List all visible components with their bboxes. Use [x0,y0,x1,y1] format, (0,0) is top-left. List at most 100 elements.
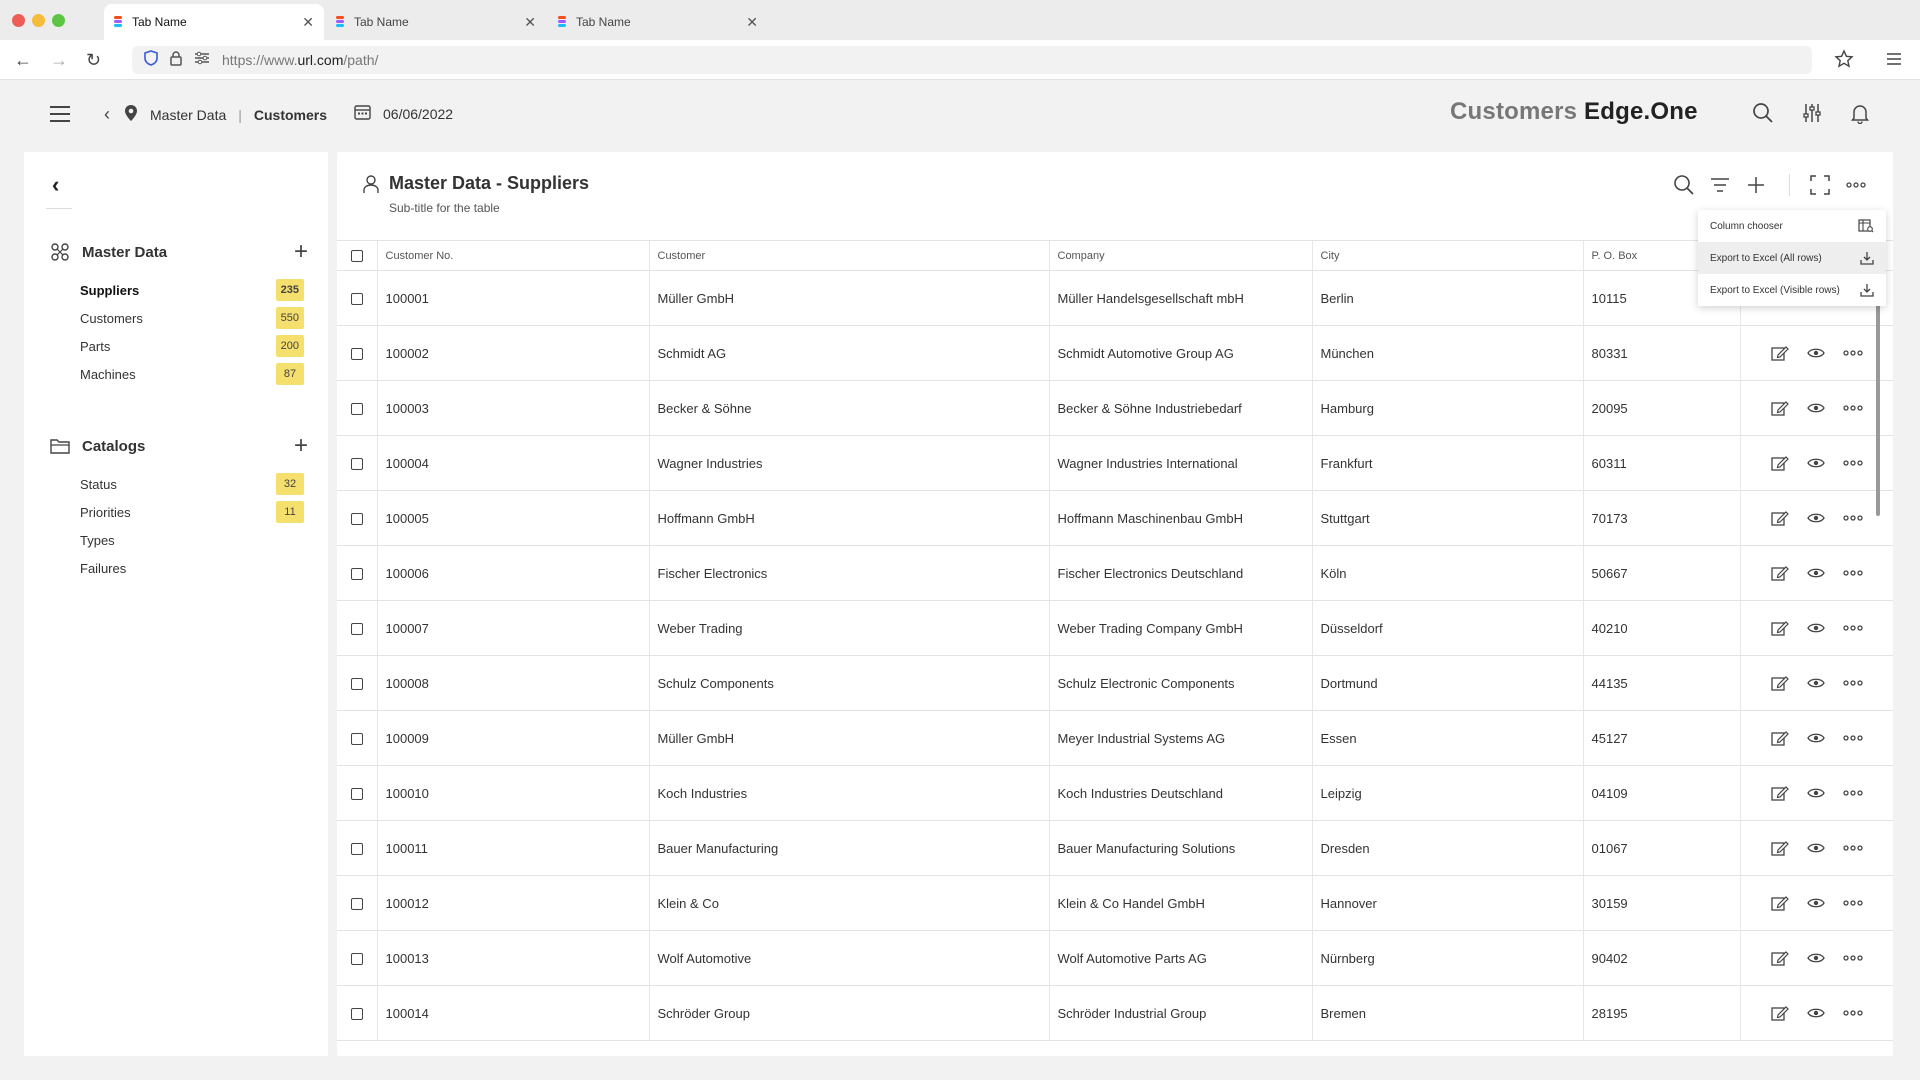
row-checkbox[interactable] [337,985,378,1041]
view-eye-icon[interactable] [1806,567,1825,579]
bookmark-star-icon[interactable] [1834,49,1854,74]
address-bar[interactable]: https://www.url.com/path/ [132,46,1812,74]
view-eye-icon[interactable] [1806,622,1825,634]
edit-icon[interactable] [1771,840,1789,856]
column-header[interactable]: Customer No. [377,240,650,271]
back-icon[interactable]: ← [14,50,32,71]
table-row[interactable]: 100011 Bauer Manufacturing Bauer Manufactu… [337,820,1893,876]
view-eye-icon[interactable] [1806,457,1825,469]
row-checkbox[interactable] [337,380,378,436]
table-row[interactable]: 100012 Klein & Co Klein & Co Handel GmbH Ha… [337,875,1893,931]
row-checkbox[interactable] [337,545,378,601]
view-eye-icon[interactable] [1806,842,1825,854]
table-scrollbar[interactable] [1876,300,1880,516]
reload-icon[interactable]: ↻ [86,50,101,71]
table-row[interactable]: 100007 Weber Trading Weber Trading Company… [337,600,1893,656]
row-more-icon[interactable] [1843,350,1863,356]
view-eye-icon[interactable] [1806,677,1825,689]
sidebar-item-types[interactable]: Types [80,526,304,554]
table-add-icon[interactable] [1743,172,1769,198]
minimize-window-button[interactable] [32,14,45,27]
sidebar-item-machines[interactable]: Machines 87 [80,360,304,388]
forward-icon[interactable]: → [50,50,68,71]
row-more-icon[interactable] [1843,680,1863,686]
table-row[interactable]: 100006 Fischer Electronics Fischer Electro… [337,545,1893,601]
table-row[interactable]: 100009 Müller GmbH Meyer Industrial System… [337,710,1893,766]
edit-icon[interactable] [1771,345,1789,361]
row-more-icon[interactable] [1843,1010,1863,1016]
edit-icon[interactable] [1771,675,1789,691]
browser-tab-1[interactable]: Tab Name ✕ [104,4,324,40]
fullscreen-icon[interactable] [1807,172,1833,198]
column-header[interactable]: Company [1049,240,1313,271]
sidebar-item-status[interactable]: Status 32 [80,470,304,498]
row-checkbox[interactable] [337,655,378,711]
table-row[interactable]: 100010 Koch Industries Koch Industries Deu… [337,765,1893,821]
row-more-icon[interactable] [1843,900,1863,906]
view-eye-icon[interactable] [1806,732,1825,744]
add-catalog-icon[interactable]: + [294,432,308,460]
row-checkbox[interactable] [337,930,378,986]
edit-icon[interactable] [1771,455,1789,471]
select-all-checkbox[interactable] [337,240,378,271]
row-more-icon[interactable] [1843,515,1863,521]
breadcrumb-parent[interactable]: Master Data [150,107,226,123]
sidebar-item-failures[interactable]: Failures [80,554,304,582]
edit-icon[interactable] [1771,400,1789,416]
view-eye-icon[interactable] [1806,897,1825,909]
close-tab-icon[interactable]: ✕ [524,14,536,31]
export-all-rows-menu-item[interactable]: Export to Excel (All rows) [1698,242,1886,274]
export-visible-rows-menu-item[interactable]: Export to Excel (Visible rows) [1698,274,1886,306]
filter-settings-icon[interactable] [1801,102,1827,128]
row-checkbox[interactable] [337,325,378,381]
row-checkbox[interactable] [337,270,378,326]
row-more-icon[interactable] [1843,790,1863,796]
table-row[interactable]: 100014 Schröder Group Schröder Industrial … [337,985,1893,1041]
row-more-icon[interactable] [1843,460,1863,466]
row-checkbox[interactable] [337,875,378,931]
row-more-icon[interactable] [1843,735,1863,741]
close-tab-icon[interactable]: ✕ [746,14,758,31]
view-eye-icon[interactable] [1806,512,1825,524]
edit-icon[interactable] [1771,950,1789,966]
search-icon[interactable] [1752,102,1778,128]
view-eye-icon[interactable] [1806,347,1825,359]
close-tab-icon[interactable]: ✕ [302,14,314,31]
view-eye-icon[interactable] [1806,787,1825,799]
row-checkbox[interactable] [337,710,378,766]
chevron-left-icon[interactable]: ‹ [104,104,110,125]
add-master-data-icon[interactable]: + [294,238,308,266]
table-row[interactable]: 100013 Wolf Automotive Wolf Automotive Par… [337,930,1893,986]
edit-icon[interactable] [1771,510,1789,526]
view-eye-icon[interactable] [1806,402,1825,414]
sidebar-item-priorities[interactable]: Priorities 11 [80,498,304,526]
close-window-button[interactable] [12,14,25,27]
row-more-icon[interactable] [1843,625,1863,631]
table-row[interactable]: 100003 Becker & Söhne Becker & Söhne Indus… [337,380,1893,436]
sidebar-item-customers[interactable]: Customers 550 [80,304,304,332]
column-header[interactable]: Customer [649,240,1050,271]
table-search-icon[interactable] [1671,172,1697,198]
table-row[interactable]: 100008 Schulz Components Schulz Electronic… [337,655,1893,711]
row-checkbox[interactable] [337,820,378,876]
edit-icon[interactable] [1771,895,1789,911]
date-picker[interactable]: 06/06/2022 [354,104,453,123]
row-more-icon[interactable] [1843,845,1863,851]
sidebar-item-suppliers[interactable]: Suppliers 235 [80,276,304,304]
row-checkbox[interactable] [337,765,378,821]
settings-sliders-icon[interactable] [194,51,210,69]
table-row[interactable]: 100004 Wagner Industries Wagner Industries… [337,435,1893,491]
browser-tab-3[interactable]: Tab Name ✕ [548,4,768,40]
row-more-icon[interactable] [1843,570,1863,576]
edit-icon[interactable] [1771,1005,1789,1021]
sidebar-collapse-icon[interactable]: ‹ [52,172,59,198]
browser-menu-icon[interactable] [1886,52,1902,71]
edit-icon[interactable] [1771,565,1789,581]
table-row[interactable]: 100001 Müller GmbH Müller Handelsgesellsch… [337,270,1893,326]
row-checkbox[interactable] [337,435,378,491]
more-options-icon[interactable] [1843,172,1869,198]
bell-icon[interactable] [1849,102,1875,128]
table-filter-icon[interactable] [1707,172,1733,198]
sidebar-item-parts[interactable]: Parts 200 [80,332,304,360]
edit-icon[interactable] [1771,620,1789,636]
